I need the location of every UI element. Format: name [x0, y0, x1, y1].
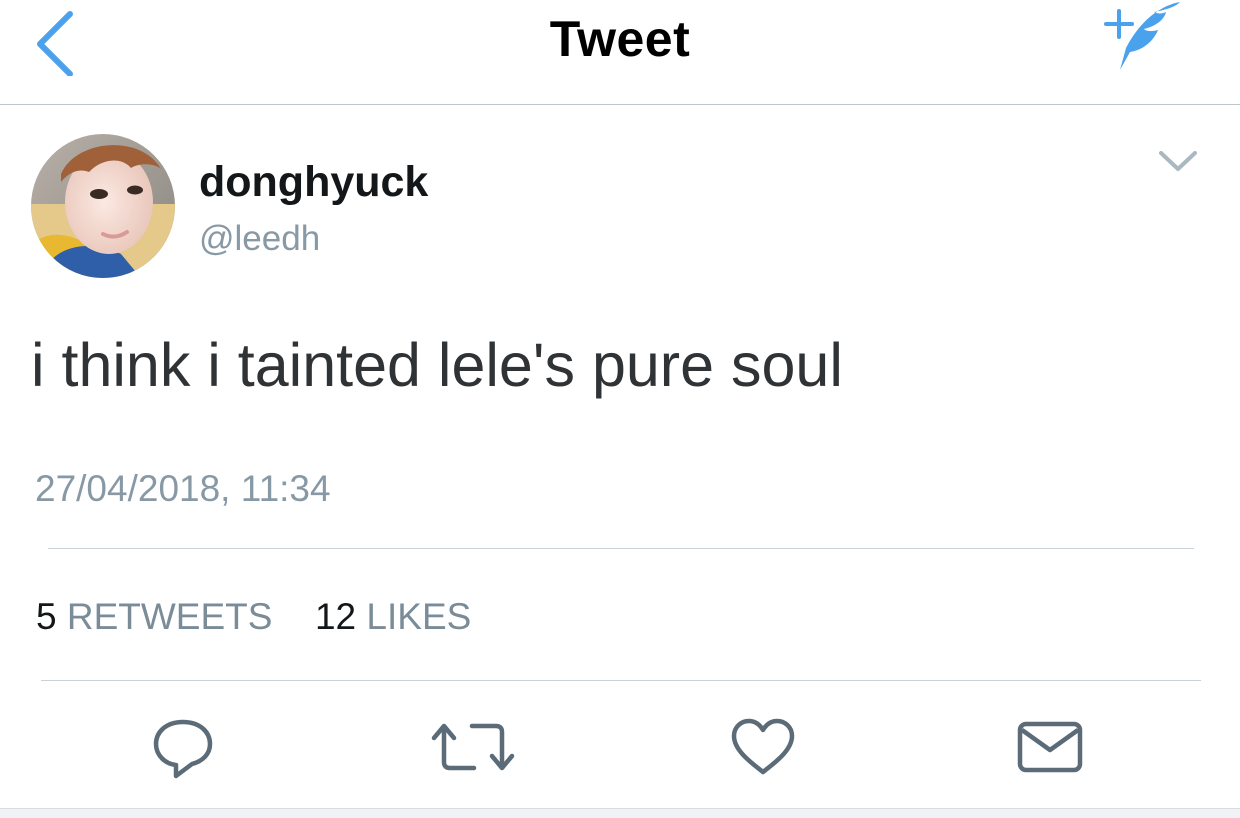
divider: [41, 680, 1201, 681]
like-heart-icon: [731, 718, 795, 775]
divider: [48, 548, 1194, 549]
profile-photo: [31, 134, 175, 278]
tweet-text: i think i tainted lele's pure soul: [31, 331, 843, 399]
retweet-button[interactable]: [428, 712, 515, 782]
page-title: Tweet: [549, 11, 691, 67]
chevron-down-icon: [1159, 151, 1197, 171]
retweets-stat[interactable]: 5 RETWEETS: [36, 596, 283, 637]
reply-icon: [153, 719, 213, 779]
reply-button[interactable]: [148, 712, 218, 782]
retweets-count: 5: [36, 596, 57, 637]
tweet-timestamp: 27/04/2018, 11:34: [35, 468, 331, 509]
author-display-name[interactable]: donghyuck: [199, 158, 428, 207]
author-handle[interactable]: @leedh: [199, 219, 320, 259]
retweet-icon: [431, 723, 515, 771]
compose-feather-icon: [1104, 2, 1180, 70]
compose-tweet-button[interactable]: [1092, 0, 1188, 76]
like-button[interactable]: [728, 712, 798, 782]
likes-count: 12: [314, 596, 357, 637]
retweets-label: RETWEETS: [66, 596, 273, 637]
top-bar: Tweet: [0, 0, 1240, 105]
likes-stat[interactable]: 12 LIKES: [315, 596, 471, 637]
likes-label: LIKES: [366, 596, 472, 637]
avatar[interactable]: [31, 134, 175, 278]
tweet-menu-button[interactable]: [1155, 145, 1201, 175]
tweet-stats: 5 RETWEETS 12 LIKES: [36, 596, 471, 638]
direct-message-icon: [1017, 721, 1083, 773]
direct-message-button[interactable]: [1014, 712, 1084, 782]
